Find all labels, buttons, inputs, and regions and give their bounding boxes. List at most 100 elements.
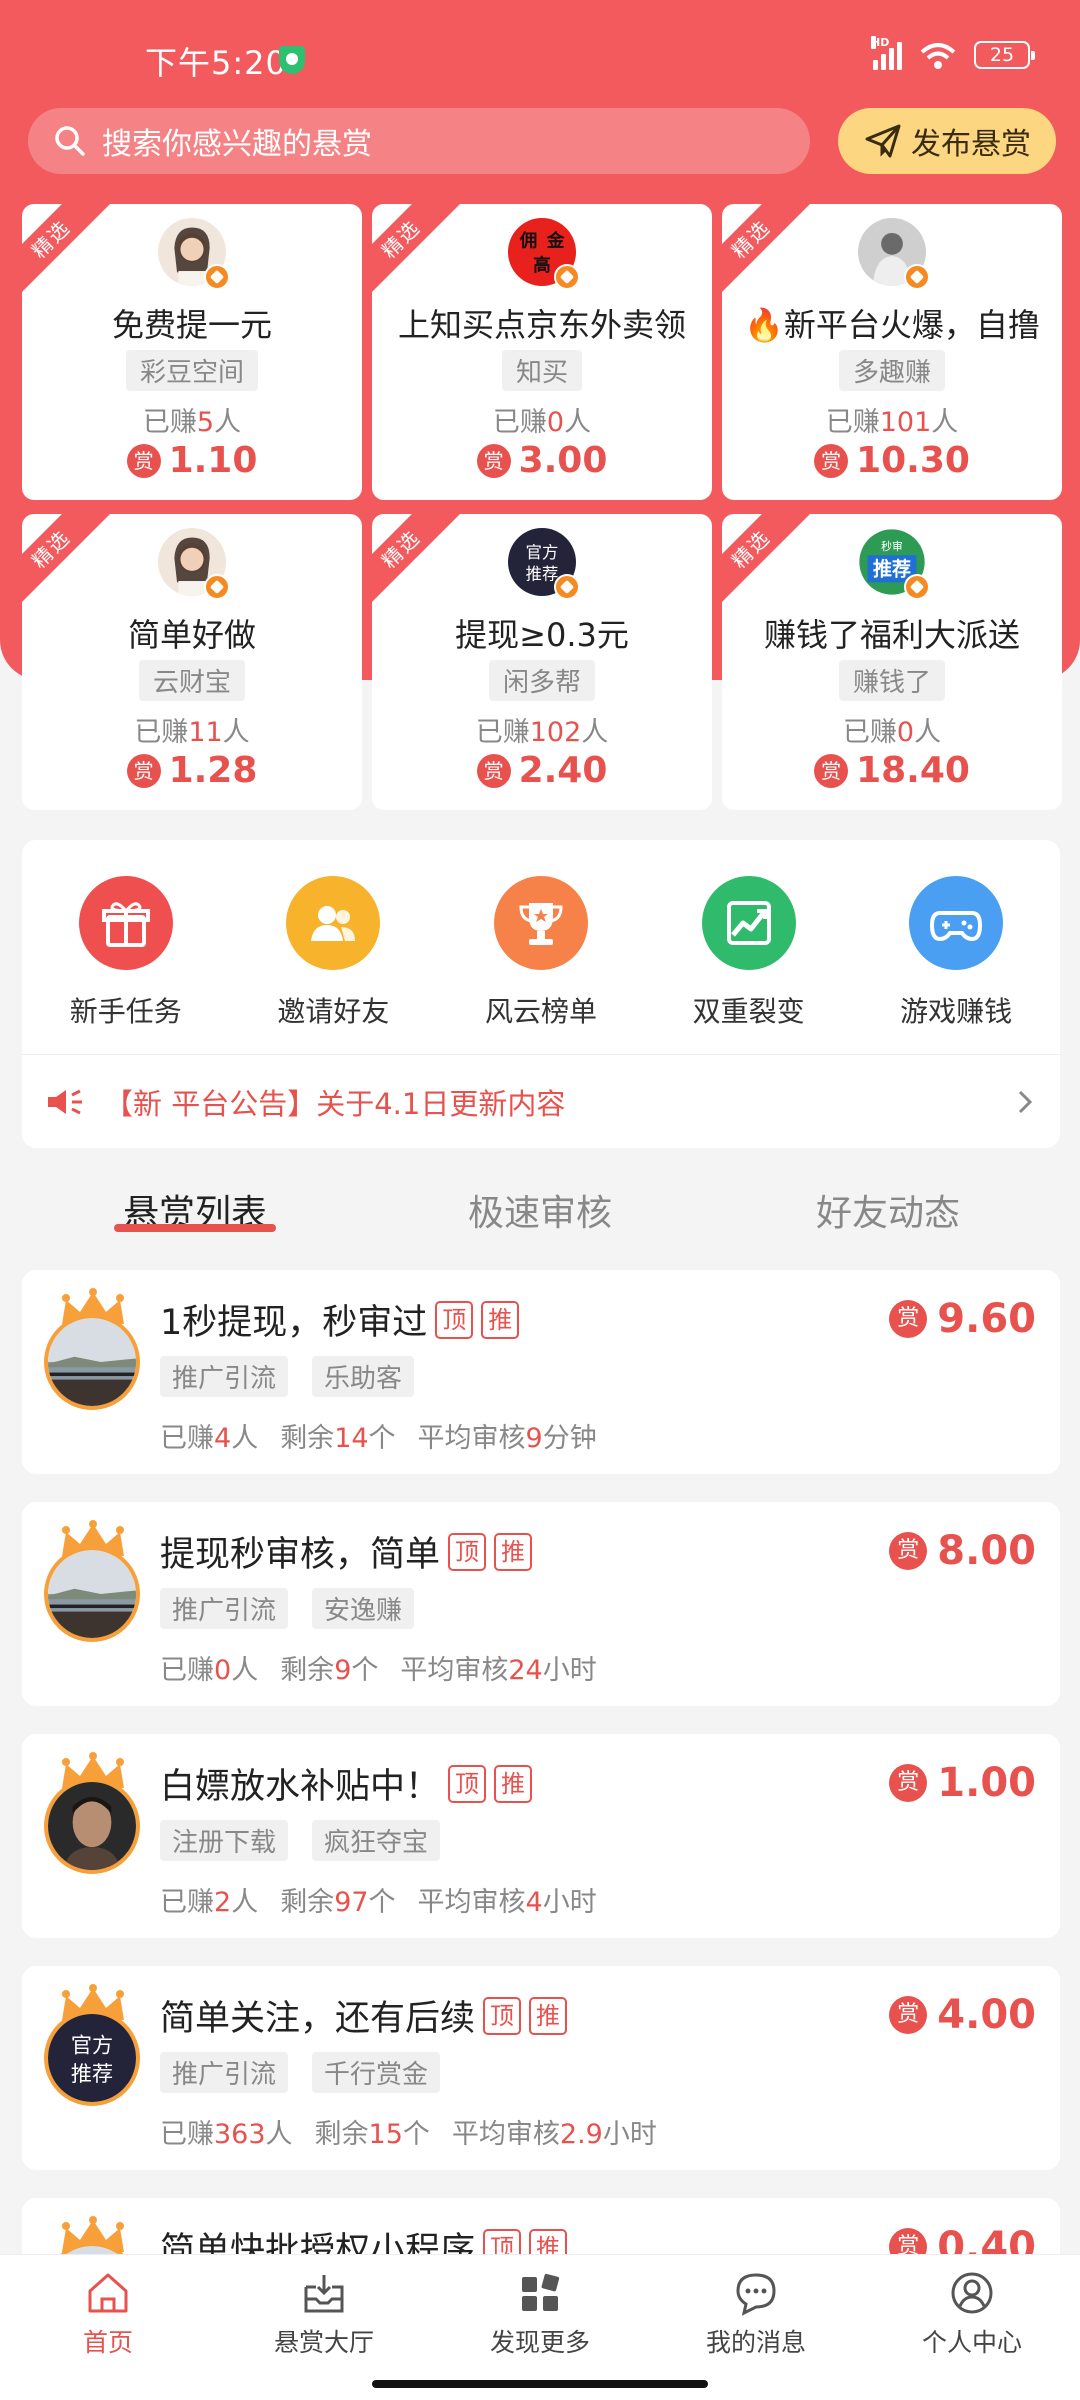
action-icon-circle: [78, 876, 173, 970]
friends-icon: [311, 906, 356, 941]
reward-icon: 赏: [889, 1996, 928, 2034]
featured-ribbon: 精选: [372, 204, 467, 305]
nav-chat[interactable]: 我的消息: [648, 2269, 864, 2359]
svg-text:推荐: 推荐: [873, 558, 911, 581]
task-card[interactable]: 白嫖放水补贴中！顶推注册下载 疯狂夺宝 已赚2人 剩余97个 平均审核4小时 赏 1.00: [22, 1734, 1060, 1938]
featured-earned: 已赚0人: [842, 717, 942, 748]
reward-icon: 赏: [889, 1532, 928, 1570]
trophy-icon: [519, 903, 563, 945]
featured-card[interactable]: 精选 简单好做 云财宝 已赚11人赏 1.28: [22, 514, 362, 810]
task-title: 白嫖放水补贴中！顶推: [160, 1758, 533, 1809]
featured-card[interactable]: 精选 秒审 推荐 赚钱了福利大派送 赚钱了 已赚0人赏 18.40: [722, 514, 1062, 810]
gift-icon: [101, 902, 150, 947]
featured-tag: 多趣赚: [838, 350, 946, 391]
action-label: 邀请好友: [277, 995, 390, 1028]
grid-icon: [522, 2273, 560, 2311]
task-title: 简单关注，还有后续顶推: [160, 1990, 568, 2041]
action-trophy[interactable]: 风云榜单: [441, 876, 641, 1030]
svg-text:高: 高: [533, 254, 551, 276]
reward-amount: 8.00: [937, 1528, 1036, 1574]
hd-label: HD: [871, 36, 890, 49]
action-label: 风云榜单: [484, 995, 597, 1028]
task-tags: 推广引流 千行赏金: [160, 2052, 441, 2093]
action-friends[interactable]: 邀请好友: [233, 876, 433, 1030]
chevron-right-icon: [1018, 1090, 1033, 1113]
action-gamepad[interactable]: 游戏赚钱: [856, 876, 1056, 1030]
featured-title: 免费提一元: [111, 306, 272, 344]
avatar: 官方 推荐: [44, 2010, 140, 2106]
status-icons: HD 25: [871, 36, 1035, 70]
publish-reward-button[interactable]: 发布悬赏: [838, 108, 1056, 174]
featured-card[interactable]: 精选 官方 推荐 提现≥0.3元 闲多帮 已赚102人赏 2.40: [372, 514, 712, 810]
featured-card[interactable]: 精选 🔥新平台火爆，自撸 多趣赚 已赚101人赏 10.30: [722, 204, 1062, 500]
crown-badge-icon: [554, 264, 580, 290]
featured-ribbon: 精选: [372, 514, 467, 615]
featured-reward: 赏 10.30: [722, 440, 1062, 481]
earned-count: 0: [214, 1655, 232, 1686]
top-badge: 顶: [483, 1996, 522, 2035]
task-tags: 推广引流 乐助客: [160, 1356, 415, 1397]
average-review-time: 2.9: [559, 2119, 603, 2150]
earned-count: 0: [546, 407, 565, 438]
featured-card[interactable]: 精选 佣金高上知买点京东外卖领 知买 已赚0人赏 3.00: [372, 204, 712, 500]
task-tag: 推广引流: [160, 2052, 289, 2093]
crown-badge-icon: [204, 574, 230, 600]
reward-icon: 赏: [476, 443, 511, 478]
task-tag: 安逸赚: [312, 1588, 415, 1629]
recommend-badge: 推: [494, 1532, 533, 1571]
svg-text:推荐: 推荐: [526, 565, 559, 584]
task-card[interactable]: 1秒提现，秒审过顶推推广引流 乐助客 已赚4人 剩余14个 平均审核9分钟 赏 9.60: [22, 1270, 1060, 1474]
task-tag: 乐助客: [312, 1356, 415, 1397]
task-title: 提现秒审核，简单顶推: [160, 1526, 533, 1577]
featured-title: 赚钱了福利大派送: [763, 616, 1020, 654]
earned-count: 102: [529, 717, 582, 748]
task-reward: 赏 4.00: [889, 1992, 1036, 2038]
search-input[interactable]: 搜索你感兴趣的悬赏: [28, 108, 810, 174]
featured-title: 提现≥0.3元: [455, 616, 629, 654]
nav-grid[interactable]: 发现更多: [432, 2269, 648, 2359]
task-tabs: 悬赏列表 极速审核 好友动态: [0, 1176, 1080, 1246]
task-stats: 已赚363人 剩余15个 平均审核2.9小时: [160, 2119, 657, 2150]
battery-icon: 25: [974, 41, 1035, 69]
search-icon: [55, 126, 85, 156]
announcement-text: 【新 平台公告】关于4.1日更新内容: [104, 1086, 566, 1121]
home-indicator: [372, 2380, 708, 2388]
active-tab-indicator: [114, 1224, 276, 1232]
avatar: [44, 1546, 140, 1642]
chart-icon: [726, 901, 771, 945]
featured-ribbon: 精选: [22, 514, 117, 615]
task-card[interactable]: 官方 推荐 简单关注，还有后续顶推推广引流 千行赏金已赚363人 剩余15个 平均审核2.…: [22, 1966, 1060, 2170]
tab-friend-activity[interactable]: 好友动态: [738, 1184, 1038, 1236]
crown-badge-icon: [904, 574, 930, 600]
task-title-text: 白嫖放水补贴中！: [160, 1767, 441, 1807]
nav-user[interactable]: 个人中心: [864, 2269, 1080, 2359]
nav-inbox[interactable]: 悬赏大厅: [216, 2269, 432, 2359]
nav-label: 首页: [82, 2328, 133, 2357]
earned-count: 4: [214, 1423, 232, 1454]
tab-fast-review[interactable]: 极速审核: [390, 1184, 690, 1236]
task-tag: 千行赏金: [312, 2052, 441, 2093]
reward-icon: 赏: [814, 753, 849, 788]
task-card[interactable]: 提现秒审核，简单顶推推广引流 安逸赚 已赚0人 剩余9个 平均审核24小时 赏 8.00: [22, 1502, 1060, 1706]
earned-count: 11: [188, 717, 223, 748]
featured-card[interactable]: 精选 免费提一元 彩豆空间 已赚5人赏 1.10: [22, 204, 362, 500]
reward-icon: 赏: [889, 1764, 928, 1802]
svg-text:金: 金: [546, 230, 565, 252]
reward-amount: 4.00: [937, 1992, 1036, 2038]
status-bar: 下午5:20 HD 25: [0, 0, 1080, 110]
nav-home[interactable]: 首页: [0, 2269, 216, 2359]
reward-icon: 赏: [126, 443, 161, 478]
action-gift[interactable]: 新手任务: [26, 876, 226, 1030]
avatar: [44, 1778, 140, 1874]
action-chart[interactable]: 双重裂变: [649, 876, 849, 1030]
reward-icon: 赏: [889, 1300, 928, 1338]
featured-ribbon: 精选: [22, 204, 117, 305]
status-time: 下午5:20: [145, 44, 287, 82]
reward-icon: 赏: [476, 753, 511, 788]
average-review-time: 4: [525, 1887, 543, 1918]
action-icon-circle: [286, 876, 381, 970]
featured-tag: 彩豆空间: [125, 350, 259, 391]
announcement-bar[interactable]: 【新 平台公告】关于4.1日更新内容: [22, 1054, 1060, 1148]
nav-label: 个人中心: [921, 2328, 1022, 2357]
action-icon-circle: [909, 876, 1004, 970]
